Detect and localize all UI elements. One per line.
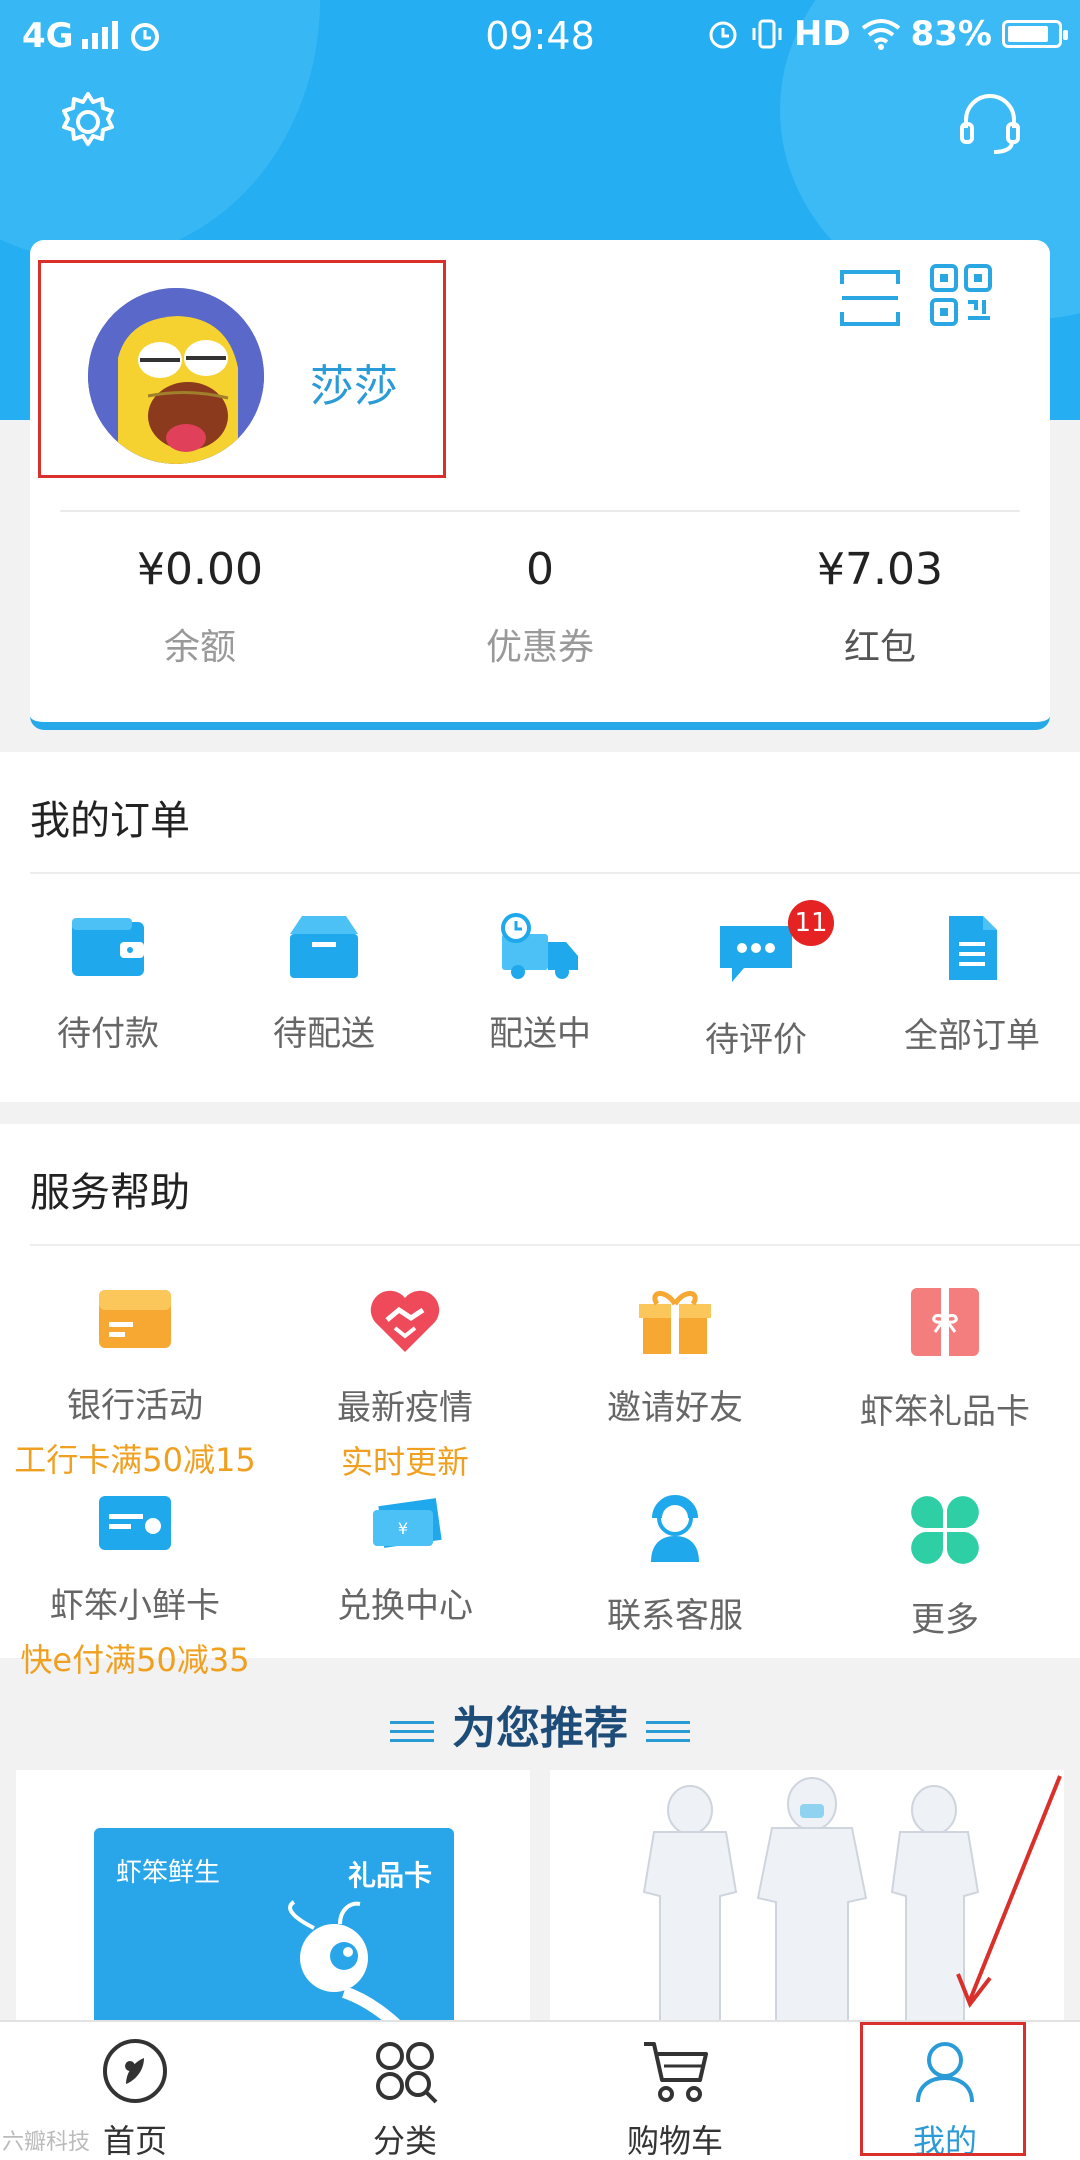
nav-label: 分类 [372, 2122, 437, 2160]
service-bank-activity[interactable]: 银行活动 工行卡满50减15 [0, 1284, 270, 1483]
nav-cart[interactable]: 购物车 [540, 2022, 810, 2160]
orders-title: 我的订单 [30, 798, 190, 844]
order-label: 待配送 [273, 1014, 375, 1054]
order-label: 待付款 [57, 1014, 159, 1054]
service-label: 最新疫情 [337, 1388, 473, 1428]
service-label: 邀请好友 [607, 1388, 743, 1428]
order-pending-payment[interactable]: 待付款 [0, 912, 216, 1061]
more-icon [911, 1496, 979, 1564]
card-divider [60, 510, 1020, 512]
settings-gear-icon[interactable] [56, 90, 120, 154]
app-root: { "status_bar": {"network": "4G", "time"… [0, 0, 1080, 2160]
service-label: 虾笨礼品卡 [860, 1392, 1030, 1432]
shrimp-mascot [288, 1900, 409, 2037]
stat-label: 优惠券 [485, 627, 594, 668]
chat-icon [720, 926, 792, 982]
stat-label: 红包 [843, 627, 916, 668]
profile-highlight-box [38, 260, 446, 478]
product-card-giftcard[interactable]: 虾笨鲜生 礼品卡 [16, 1770, 530, 2040]
review-count-badge: 11 [788, 900, 834, 946]
customer-service-icon [651, 1495, 699, 1562]
stat-label: 余额 [163, 627, 236, 668]
decor-lines [390, 1715, 434, 1748]
headset-icon[interactable] [956, 90, 1024, 158]
bank-card-icon [99, 1290, 171, 1348]
service-more[interactable]: 更多 [810, 1492, 1080, 1681]
nav-mine-highlight-box [860, 2022, 1026, 2156]
battery-percent: 83% [910, 14, 992, 54]
recommend-title: 为您推荐 [452, 1703, 628, 1754]
vibrate-icon [752, 19, 782, 49]
orders-grid: 待付款 待配送 配送中 11 待评价 全部订单 [0, 900, 1080, 1061]
stat-red-packet[interactable]: ¥7.03 红包 [710, 540, 1050, 670]
order-in-delivery[interactable]: 配送中 [432, 912, 648, 1061]
svg-text:¥: ¥ [398, 1519, 408, 1538]
nav-label: 购物车 [626, 2122, 723, 2160]
scan-icon[interactable] [838, 266, 902, 330]
cart-icon [644, 2042, 708, 2102]
service-epidemic-news[interactable]: 最新疫情 实时更新 [270, 1284, 540, 1483]
services-section: 服务帮助 银行活动 工行卡满50减15 最新疫情 实时更新 邀请好友 虾笨礼品卡… [0, 1124, 1080, 1679]
service-label: 兑换中心 [337, 1586, 473, 1626]
service-promo: 工行卡满50减15 [14, 1441, 256, 1479]
gift-card-icon [911, 1288, 979, 1356]
order-pending-review[interactable]: 11 待评价 [648, 900, 864, 1061]
service-label: 虾笨小鲜卡 [50, 1586, 220, 1626]
service-redeem-center[interactable]: ¥ 兑换中心 [270, 1492, 540, 1681]
decor-lines [646, 1715, 690, 1748]
service-invite-friends[interactable]: 邀请好友 [540, 1284, 810, 1483]
watermark: 六瓣科技 [2, 2130, 91, 2155]
qr-code-icon[interactable] [928, 262, 994, 328]
hd-indicator: HD [793, 14, 851, 54]
service-label: 银行活动 [67, 1386, 203, 1426]
nav-category[interactable]: 分类 [270, 2022, 540, 2160]
battery-fill [1008, 26, 1048, 42]
gift-card-label: 礼品卡 [347, 1859, 432, 1892]
truck-icon [501, 913, 578, 979]
profile-card: 莎莎 ¥0.00 余额 0 优惠券 ¥7.03 红包 [30, 240, 1050, 730]
order-all[interactable]: 全部订单 [864, 912, 1080, 1061]
order-pending-delivery[interactable]: 待配送 [216, 912, 432, 1061]
battery-icon [1002, 20, 1068, 48]
recommend-header: 为您推荐 [0, 1692, 1080, 1756]
fresh-card-icon [99, 1496, 171, 1550]
stat-value: 0 [526, 544, 554, 595]
gift-icon [639, 1291, 711, 1354]
heart-handshake-icon [370, 1290, 440, 1352]
order-label: 配送中 [489, 1014, 591, 1054]
service-contact-support[interactable]: 联系客服 [540, 1492, 810, 1681]
stat-value: ¥7.03 [817, 544, 943, 595]
service-label: 联系客服 [607, 1596, 743, 1636]
services-title: 服务帮助 [30, 1170, 190, 1216]
services-row-1: 银行活动 工行卡满50减15 最新疫情 实时更新 邀请好友 虾笨礼品卡 [0, 1284, 1080, 1483]
category-icon [376, 2042, 438, 2104]
document-icon [949, 916, 997, 980]
annotation-arrow [956, 1775, 1062, 2009]
gift-card-brand: 虾笨鲜生 [116, 1858, 221, 1888]
alarm-icon [709, 21, 737, 49]
stat-coupon[interactable]: 0 优惠券 [370, 540, 710, 670]
orders-section: 我的订单 待付款 待配送 配送中 11 待评价 全部订单 [0, 752, 1080, 1102]
stat-balance[interactable]: ¥0.00 余额 [30, 540, 370, 670]
order-label: 待评价 [705, 1020, 807, 1060]
section-divider [30, 872, 1080, 874]
stat-value: ¥0.00 [137, 544, 263, 595]
service-gift-card[interactable]: 虾笨礼品卡 [810, 1284, 1080, 1483]
ticket-icon: ¥ [373, 1498, 442, 1548]
wifi-icon [861, 19, 900, 50]
wallet-icon [72, 918, 144, 976]
service-label: 更多 [911, 1600, 979, 1640]
box-icon [290, 916, 358, 978]
stats-row: ¥0.00 余额 0 优惠券 ¥7.03 红包 [30, 540, 1050, 670]
service-fresh-card[interactable]: 虾笨小鲜卡 快e付满50减35 [0, 1492, 270, 1681]
section-divider [30, 1244, 1080, 1246]
gift-card-image: 虾笨鲜生 礼品卡 [94, 1828, 454, 2040]
service-promo: 实时更新 [340, 1443, 469, 1481]
status-bar: 4G 09:48 HD 83% [0, 0, 1080, 72]
home-icon [103, 2039, 167, 2103]
service-promo: 快e付满50减35 [20, 1641, 250, 1679]
order-label: 全部订单 [904, 1016, 1040, 1056]
services-row-2: 虾笨小鲜卡 快e付满50减35 ¥ 兑换中心 联系客服 更多 [0, 1492, 1080, 1681]
